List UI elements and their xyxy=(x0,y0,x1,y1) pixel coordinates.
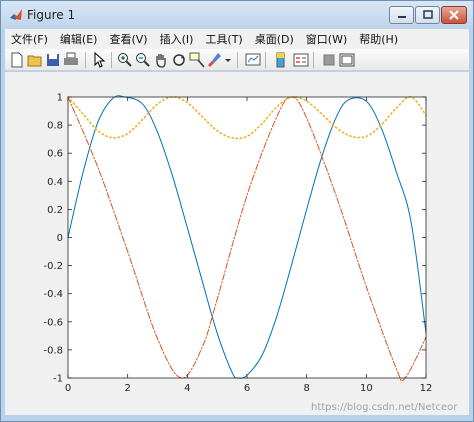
print-icon[interactable] xyxy=(63,52,79,68)
edit-pointer-icon[interactable] xyxy=(91,52,107,68)
save-icon[interactable] xyxy=(45,52,61,68)
link-plot-icon[interactable] xyxy=(245,52,261,68)
minimize-button[interactable] xyxy=(389,6,414,24)
zoom-out-icon[interactable] xyxy=(135,52,151,68)
data-cursor-icon[interactable] xyxy=(189,52,205,68)
x-tick-label: 8 xyxy=(303,383,309,394)
maximize-icon xyxy=(422,10,433,19)
toolbar-separator xyxy=(85,52,86,68)
figure-toolbar xyxy=(5,49,469,71)
menu-desktop[interactable]: 桌面(D) xyxy=(249,31,300,47)
show-plot-tools-icon[interactable] xyxy=(339,52,355,68)
y-tick-label: 0.2 xyxy=(47,205,63,216)
zoom-in-icon[interactable] xyxy=(117,52,133,68)
menu-edit[interactable]: 编辑(E) xyxy=(54,31,104,47)
menu-help[interactable]: 帮助(H) xyxy=(353,31,404,47)
toolbar-separator xyxy=(265,52,266,68)
toolbar-separator xyxy=(237,52,238,68)
figure-window: Figure 1 文件(F) 编辑(E) 查看(V) 插入(I) 工具(T) 桌… xyxy=(0,0,474,422)
hide-plot-tools-icon[interactable] xyxy=(321,52,337,68)
x-tick-label: 2 xyxy=(124,383,130,394)
menu-window[interactable]: 窗口(W) xyxy=(300,31,353,47)
y-tick-label: -0.6 xyxy=(43,317,63,328)
window-title: Figure 1 xyxy=(27,8,76,22)
watermark: https://blog.csdn.net/Netceor xyxy=(311,402,458,413)
insert-colorbar-icon[interactable] xyxy=(273,52,289,68)
matlab-logo-icon xyxy=(10,9,22,20)
x-tick-label: 12 xyxy=(420,383,433,394)
open-file-icon[interactable] xyxy=(27,52,43,68)
y-tick-label: 0.4 xyxy=(47,177,63,188)
figure-canvas: 0 2 4 6 8 10 12 -1 -0.8 -0.6 -0.4 -0.2 0 0.2 0.4 0.6 0.… xyxy=(5,72,469,415)
x-tick-label: 0 xyxy=(65,383,71,394)
y-tick-label: 0.6 xyxy=(47,149,63,160)
y-tick-label: 1 xyxy=(57,93,63,104)
y-tick-label: -0.8 xyxy=(43,345,63,356)
pan-icon[interactable] xyxy=(153,52,169,68)
y-tick-label: -0.4 xyxy=(43,289,63,300)
rotate-3d-icon[interactable] xyxy=(171,52,187,68)
x-tick-label: 6 xyxy=(244,383,250,394)
menu-view[interactable]: 查看(V) xyxy=(103,31,153,47)
insert-legend-icon[interactable] xyxy=(293,52,309,68)
y-tick-label: -1 xyxy=(53,374,63,385)
axes-background xyxy=(68,97,426,378)
toolbar-separator xyxy=(313,52,314,68)
menu-file[interactable]: 文件(F) xyxy=(5,31,54,47)
new-figure-icon[interactable] xyxy=(9,52,25,68)
y-tick-label: 0.8 xyxy=(47,121,63,132)
menu-insert[interactable]: 插入(I) xyxy=(154,31,200,47)
brush-icon[interactable] xyxy=(207,52,223,68)
minimize-icon xyxy=(397,16,406,18)
y-tick-label: 0 xyxy=(57,233,63,244)
y-tick-label: -0.2 xyxy=(43,261,63,272)
line-chart[interactable]: 0 2 4 6 8 10 12 -1 -0.8 -0.6 -0.4 -0.2 0 0.2 0.4 0.6 0.… xyxy=(5,72,469,415)
x-tick-label: 4 xyxy=(184,383,190,394)
brush-dropdown-icon[interactable] xyxy=(224,52,232,68)
menu-tools[interactable]: 工具(T) xyxy=(199,31,248,47)
toolbar-separator xyxy=(111,52,112,68)
close-icon xyxy=(449,10,459,20)
x-tick-label: 10 xyxy=(360,383,373,394)
title-bar[interactable]: Figure 1 xyxy=(1,1,473,29)
close-button[interactable] xyxy=(441,6,467,24)
maximize-button[interactable] xyxy=(415,6,440,24)
menu-bar: 文件(F) 编辑(E) 查看(V) 插入(I) 工具(T) 桌面(D) 窗口(W… xyxy=(5,29,469,49)
